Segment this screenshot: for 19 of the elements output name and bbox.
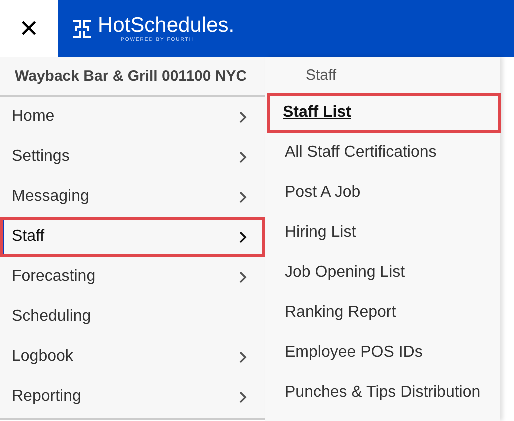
submenu-item[interactable]: Staff List <box>267 93 501 133</box>
logo-icon <box>71 18 93 38</box>
submenu-title: Staff <box>305 66 338 86</box>
submenu-item[interactable]: Punches & Tips Distribution <box>265 373 500 413</box>
menu-item[interactable]: Home <box>0 97 265 137</box>
menu-item[interactable]: Messaging <box>0 177 265 217</box>
submenu-item[interactable]: Hiring List <box>265 213 500 253</box>
submenu-item[interactable]: Job Opening List <box>265 253 500 293</box>
submenu-item[interactable]: All Staff Certifications <box>265 133 500 173</box>
menu-item[interactable]: Staff <box>0 217 265 257</box>
menu-item[interactable]: Logbook <box>0 337 265 377</box>
logo-text: HotSchedules. <box>98 14 235 36</box>
menu-item[interactable]: Scheduling <box>0 297 265 337</box>
menu-item[interactable]: Forecasting <box>0 257 265 297</box>
submenu-item[interactable]: Employee POS IDs <box>265 333 500 373</box>
menu-item[interactable]: Reporting <box>0 377 265 417</box>
submenu-item[interactable]: Ranking Report <box>265 293 500 333</box>
submenu-item[interactable]: Post A Job <box>265 173 500 213</box>
menu-item[interactable]: Settings <box>0 137 265 177</box>
